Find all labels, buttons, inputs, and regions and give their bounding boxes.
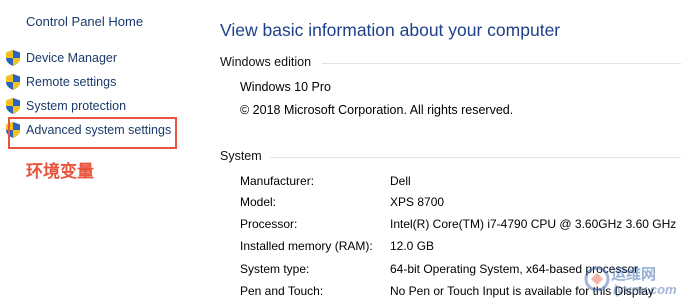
sidebar-item-device-manager[interactable]: Device Manager — [6, 49, 117, 67]
sidebar-item-label: System protection — [26, 99, 127, 113]
section-title-system: System — [220, 149, 262, 163]
sidebar-item-remote-settings[interactable]: Remote settings — [6, 73, 116, 91]
section-title-windows-edition: Windows edition — [220, 55, 312, 69]
sidebar-item-label: Remote settings — [26, 75, 117, 89]
watermark-logo-icon — [584, 266, 610, 292]
info-row-key: Pen and Touch: — [240, 284, 324, 298]
info-row-key: Manufacturer: — [240, 174, 315, 188]
shield-icon — [6, 50, 20, 66]
info-row-key: System type: — [240, 262, 310, 276]
info-row-key: Model: — [240, 195, 277, 209]
shield-icon — [6, 74, 20, 90]
section-divider — [270, 157, 681, 158]
watermark-text: 运维网 — [611, 265, 657, 283]
info-row-key: Installed memory (RAM): — [240, 239, 373, 253]
page-title: View basic information about your comput… — [220, 20, 561, 40]
info-row-value: Dell — [390, 174, 411, 188]
info-row-value: 12.0 GB — [390, 239, 435, 253]
highlight-box — [8, 117, 177, 149]
sidebar-item-label: Device Manager — [26, 51, 118, 65]
annotation-label: 环境变量 — [26, 162, 94, 182]
info-row-key: Processor: — [240, 217, 298, 231]
section-divider — [322, 63, 681, 64]
shield-icon — [6, 98, 20, 114]
sidebar-item-system-protection[interactable]: System protection — [6, 97, 126, 115]
main-panel: View basic information about your comput… — [210, 0, 681, 305]
watermark: 运维网 iyunv.com — [583, 261, 677, 301]
sidebar: Control Panel Home Device Manager Remote… — [0, 0, 210, 305]
copyright-text: © 2018 Microsoft Corporation. All rights… — [240, 103, 514, 117]
control-panel-home-link[interactable]: Control Panel Home — [26, 14, 143, 29]
watermark-url: iyunv.com — [613, 282, 677, 297]
info-row-value: XPS 8700 — [390, 195, 445, 209]
windows-edition-value: Windows 10 Pro — [240, 80, 332, 94]
info-row-value: Intel(R) Core(TM) i7-4790 CPU @ 3.60GHz … — [390, 217, 677, 231]
